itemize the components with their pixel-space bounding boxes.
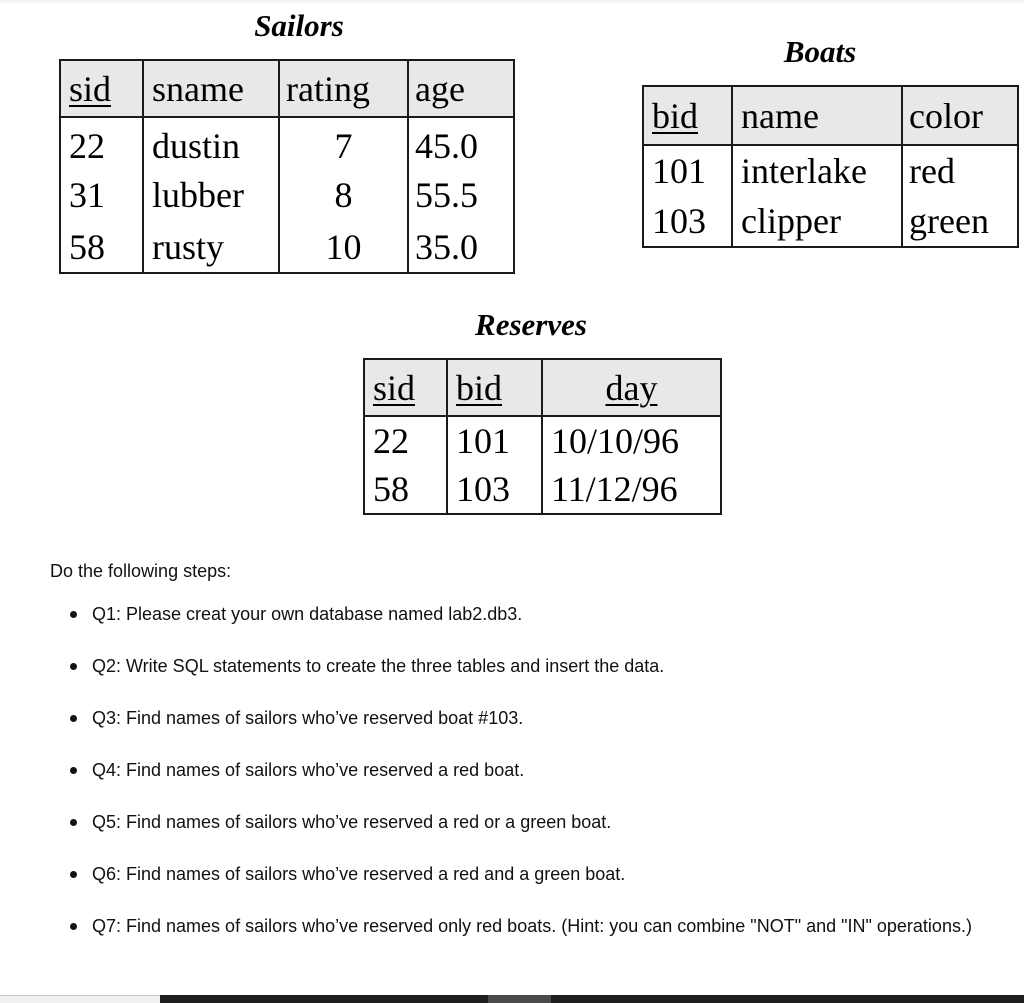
sailors-cell-age: 55.5	[407, 169, 515, 221]
horizontal-scrollbar[interactable]	[0, 995, 1024, 1003]
table-row: 103 clipper green	[642, 196, 1019, 247]
sailors-cell-age: 45.0	[407, 117, 515, 169]
sailors-col-rating: rating	[278, 60, 409, 118]
list-item: Q2: Write SQL statements to create the t…	[50, 651, 1010, 681]
bullet-icon	[70, 715, 77, 722]
sailors-cell-sid: 22	[59, 117, 144, 169]
list-item: Q3: Find names of sailors who’ve reserve…	[50, 703, 1010, 733]
bullet-icon	[70, 871, 77, 878]
boats-col-name: name	[731, 86, 903, 146]
table-row: 58 103 11/12/96	[363, 465, 722, 514]
boats-header-row: bid name color	[642, 86, 1019, 146]
bullet-icon	[70, 923, 77, 930]
reserves-header-row: sid bid day	[363, 359, 722, 417]
step-text: Q7: Find names of sailors who’ve reserve…	[92, 916, 972, 936]
boats-col-bid: bid	[642, 86, 733, 146]
sailors-cell-sname: rusty	[142, 221, 280, 273]
boats-cell-name: interlake	[731, 145, 903, 196]
list-item: Q1: Please creat your own database named…	[50, 599, 1010, 629]
table-row: 22 101 10/10/96	[363, 416, 722, 465]
table-row: 22 dustin 7 45.0	[59, 117, 515, 169]
reserves-col-sid: sid	[363, 359, 448, 417]
reserves-cell-bid: 103	[446, 465, 543, 514]
sailors-cell-sid: 58	[59, 221, 144, 273]
boats-cell-name: clipper	[731, 196, 903, 247]
list-item: Q6: Find names of sailors who’ve reserve…	[50, 859, 1010, 889]
reserves-col-bid: bid	[446, 359, 543, 417]
sailors-table: sid sname rating age 22 dustin 7 45.0 31…	[59, 59, 515, 274]
reserves-cell-day: 10/10/96	[541, 416, 722, 465]
instructions-intro: Do the following steps:	[50, 561, 232, 581]
reserves-cell-bid: 101	[446, 416, 543, 465]
sailors-cell-rating: 7	[278, 117, 409, 169]
scrollbar-thumb[interactable]	[488, 995, 551, 1003]
steps-list: Q1: Please creat your own database named…	[50, 599, 1010, 941]
top-edge	[0, 0, 1024, 4]
boats-table: bid name color 101 interlake red 103 cli…	[642, 85, 1019, 248]
list-item: Q4: Find names of sailors who’ve reserve…	[50, 755, 1010, 785]
table-row: 58 rusty 10 35.0	[59, 221, 515, 273]
boats-cell-bid: 101	[642, 145, 733, 196]
step-text: Q3: Find names of sailors who’ve reserve…	[92, 708, 524, 728]
step-text: Q6: Find names of sailors who’ve reserve…	[92, 864, 626, 884]
reserves-table: sid bid day 22 101 10/10/96 58 103 11/12…	[363, 358, 722, 515]
boats-cell-color: red	[901, 145, 1019, 196]
list-item: Q7: Find names of sailors who’ve reserve…	[50, 911, 1010, 941]
reserves-col-day: day	[541, 359, 722, 417]
step-text: Q4: Find names of sailors who’ve reserve…	[92, 760, 525, 780]
table-row: 101 interlake red	[642, 145, 1019, 196]
sailors-cell-sid: 31	[59, 169, 144, 221]
sailors-table-title: Sailors	[254, 8, 344, 43]
boats-cell-bid: 103	[642, 196, 733, 247]
boats-cell-color: green	[901, 196, 1019, 247]
reserves-table-title: Reserves	[475, 307, 587, 342]
reserves-cell-day: 11/12/96	[541, 465, 722, 514]
sailors-col-sname: sname	[142, 60, 280, 118]
sailors-cell-rating: 8	[278, 169, 409, 221]
sailors-cell-rating: 10	[278, 221, 409, 273]
bullet-icon	[70, 819, 77, 826]
step-text: Q5: Find names of sailors who’ve reserve…	[92, 812, 612, 832]
boats-table-title: Boats	[783, 34, 857, 69]
sailors-header-row: sid sname rating age	[59, 60, 515, 118]
sailors-col-sid: sid	[59, 60, 144, 118]
sailors-cell-age: 35.0	[407, 221, 515, 273]
boats-col-color: color	[901, 86, 1019, 146]
reserves-cell-sid: 58	[363, 465, 448, 514]
bullet-icon	[70, 767, 77, 774]
bullet-icon	[70, 611, 77, 618]
reserves-cell-sid: 22	[363, 416, 448, 465]
step-text: Q1: Please creat your own database named…	[92, 604, 523, 624]
table-row: 31 lubber 8 55.5	[59, 169, 515, 221]
scrollbar-track-segment[interactable]	[0, 995, 160, 1003]
sailors-cell-sname: dustin	[142, 117, 280, 169]
sailors-cell-sname: lubber	[142, 169, 280, 221]
instructions: Do the following steps: Q1: Please creat…	[50, 560, 1010, 963]
list-item: Q5: Find names of sailors who’ve reserve…	[50, 807, 1010, 837]
sailors-col-age: age	[407, 60, 515, 118]
bullet-icon	[70, 663, 77, 670]
step-text: Q2: Write SQL statements to create the t…	[92, 656, 665, 676]
